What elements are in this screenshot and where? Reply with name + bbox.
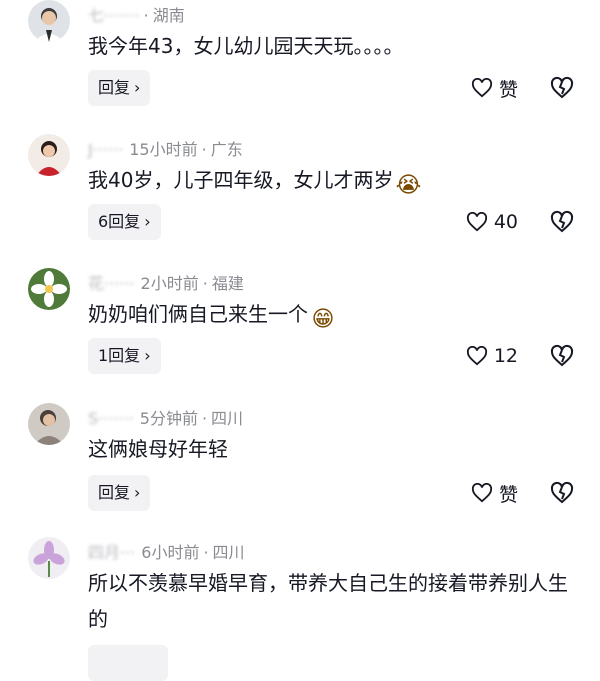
- comment-text: 所以不羡慕早婚早育，带养大自己生的接着带养别人生的: [88, 565, 578, 637]
- comment-meta: 四月··· 6小时前 · 四川: [88, 543, 245, 562]
- avatar[interactable]: [28, 403, 70, 445]
- chevron-right-icon: ›: [144, 212, 151, 231]
- comment-text-content: 这俩娘母好年轻: [88, 437, 228, 461]
- heart-outline-icon: [466, 212, 487, 232]
- comment-text-content: 所以不羡慕早婚早育，带养大自己生的接着带养别人生的: [88, 571, 568, 631]
- timestamp: 2小时前: [140, 274, 199, 293]
- reply-button[interactable]: [88, 645, 168, 681]
- comment-meta: 花······ 2小时前 · 福建: [88, 274, 244, 293]
- heart-outline-icon: [471, 78, 493, 98]
- like-count: 赞: [498, 78, 518, 101]
- reply-button[interactable]: 1回复 ›: [88, 338, 161, 374]
- location: 广东: [210, 140, 243, 159]
- reply-label: 6回复: [98, 212, 141, 231]
- like-button[interactable]: 赞: [471, 70, 518, 106]
- broken-heart-icon[interactable]: [550, 210, 574, 234]
- avatar[interactable]: [28, 0, 70, 42]
- like-count: 赞: [498, 483, 518, 506]
- comment-text: 我40岁，儿子四年级，女儿才两岁😭: [88, 162, 578, 199]
- comment-text-content: 我今年43，女儿幼儿园天天玩。。。。: [88, 34, 404, 58]
- grinning-emoji-icon: 😁: [311, 307, 335, 332]
- comment-meta: S······· 5分钟前 · 四川: [88, 409, 244, 428]
- broken-heart-icon[interactable]: [550, 76, 574, 100]
- avatar[interactable]: [28, 537, 70, 579]
- timestamp: 5分钟前: [139, 409, 198, 428]
- username[interactable]: J······: [88, 140, 123, 159]
- timestamp: 6小时前: [141, 543, 200, 562]
- like-button[interactable]: 40: [466, 204, 518, 240]
- broken-heart-icon[interactable]: [550, 481, 574, 505]
- location: 湖南: [152, 6, 185, 25]
- avatar[interactable]: [28, 268, 70, 310]
- reply-label: 1回复: [98, 346, 141, 365]
- location: 四川: [212, 543, 245, 562]
- crying-emoji-icon: 😭: [395, 173, 422, 198]
- username[interactable]: 四月···: [88, 543, 135, 562]
- timestamp: 15小时前: [129, 140, 198, 159]
- chevron-right-icon: ›: [134, 483, 141, 502]
- comment-text: 这俩娘母好年轻: [88, 431, 578, 467]
- heart-outline-icon: [471, 483, 493, 503]
- comment-text-content: 奶奶咱们俩自己来生一个: [88, 302, 308, 326]
- username[interactable]: 七·······: [88, 6, 140, 25]
- like-button[interactable]: 赞: [471, 475, 518, 511]
- chevron-right-icon: ›: [134, 78, 141, 97]
- reply-label: 回复: [98, 78, 131, 97]
- reply-button[interactable]: 回复 ›: [88, 475, 151, 511]
- heart-outline-icon: [466, 346, 487, 366]
- reply-button[interactable]: 6回复 ›: [88, 204, 161, 240]
- broken-heart-icon[interactable]: [550, 344, 574, 368]
- location: 福建: [211, 274, 244, 293]
- like-button[interactable]: 12: [466, 338, 518, 374]
- username[interactable]: 花······: [88, 274, 135, 293]
- reply-button[interactable]: 回复 ›: [88, 70, 151, 106]
- comment-meta: 七······· · 湖南: [88, 6, 185, 25]
- chevron-right-icon: ›: [144, 346, 151, 365]
- comment-text-content: 我40岁，儿子四年级，女儿才两岁: [88, 168, 394, 192]
- like-count: 12: [493, 345, 518, 367]
- avatar[interactable]: [28, 134, 70, 176]
- location: 四川: [211, 409, 244, 428]
- like-count: 40: [493, 211, 518, 233]
- username[interactable]: S·······: [88, 409, 134, 428]
- comment-text: 我今年43，女儿幼儿园天天玩。。。。: [88, 28, 578, 64]
- comment-text: 奶奶咱们俩自己来生一个 😁: [88, 296, 578, 333]
- reply-label: 回复: [98, 483, 131, 502]
- comment-meta: J······ 15小时前 · 广东: [88, 140, 243, 159]
